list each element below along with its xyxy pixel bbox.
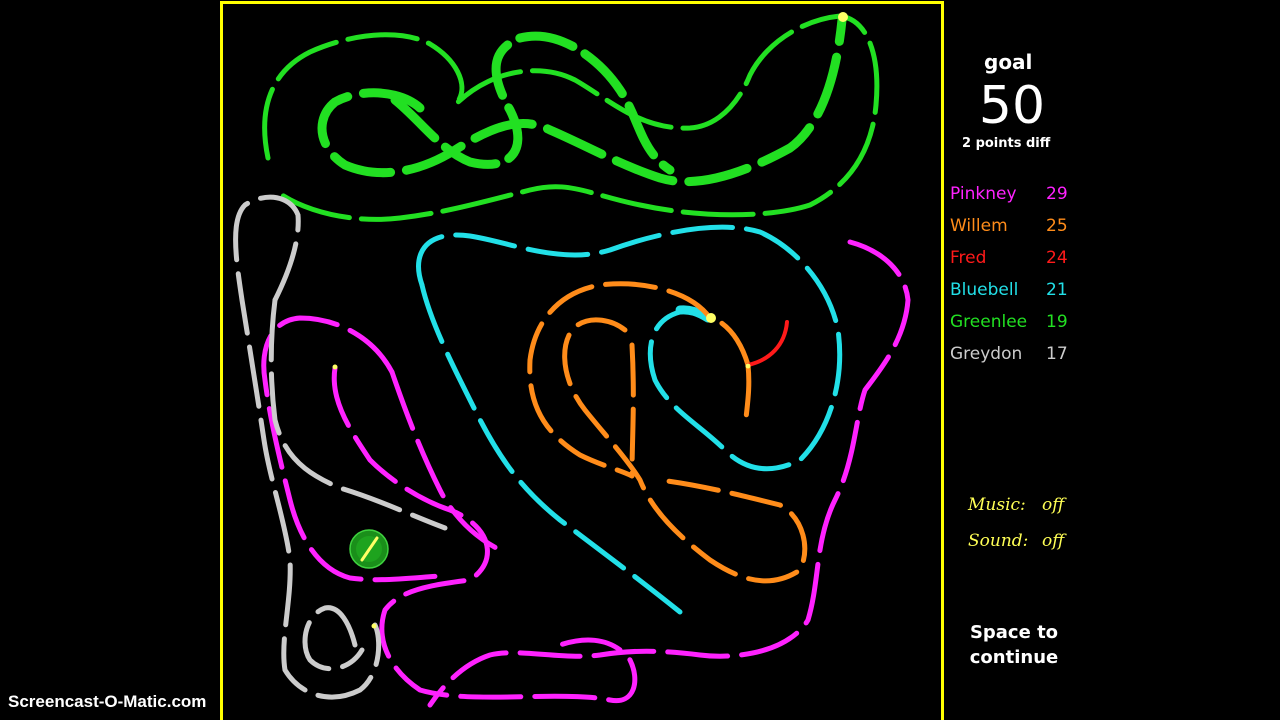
head-fred	[745, 363, 751, 369]
sound-label: Sound:	[968, 531, 1029, 551]
trail-greenlee	[262, 13, 880, 222]
player-name: Greydon	[950, 344, 1023, 364]
player-name: Fred	[950, 248, 987, 268]
trail-willem	[527, 281, 808, 584]
sound-value: off	[1042, 531, 1065, 551]
trail-greydon	[233, 194, 448, 700]
player-score: 24	[1046, 248, 1068, 268]
continue-line-2: continue	[969, 647, 1059, 668]
player-score: 17	[1046, 344, 1068, 364]
music-label: Music:	[968, 495, 1026, 515]
head-greenlee	[838, 12, 848, 22]
head-greydon	[371, 623, 377, 629]
player-score: 21	[1046, 280, 1068, 300]
sound-toggle[interactable]: Sound: off	[968, 531, 1064, 551]
player-score: 19	[1046, 312, 1068, 332]
powerup-icon	[349, 529, 389, 569]
player-name: Greenlee	[950, 312, 1028, 332]
goal-label: goal	[984, 50, 1033, 74]
head-bluebell	[706, 313, 716, 323]
trail-pinkney	[261, 239, 911, 708]
continue-prompt: Space to continue	[962, 620, 1066, 670]
head-pinkney	[332, 364, 338, 370]
music-toggle[interactable]: Music: off	[968, 495, 1064, 515]
trail-fred	[746, 320, 789, 367]
goal-value: 50	[978, 76, 1046, 136]
goal-diff-text: 2 points diff	[962, 136, 1051, 151]
watermark-text: Screencast-O-Matic.com	[8, 692, 207, 711]
player-name: Bluebell	[950, 280, 1019, 300]
music-value: off	[1042, 495, 1065, 515]
continue-line-1: Space to	[969, 622, 1059, 643]
player-score: 29	[1046, 184, 1068, 204]
player-score: 25	[1046, 216, 1068, 236]
player-name: Willem	[950, 216, 1008, 236]
player-name: Pinkney	[950, 184, 1017, 204]
